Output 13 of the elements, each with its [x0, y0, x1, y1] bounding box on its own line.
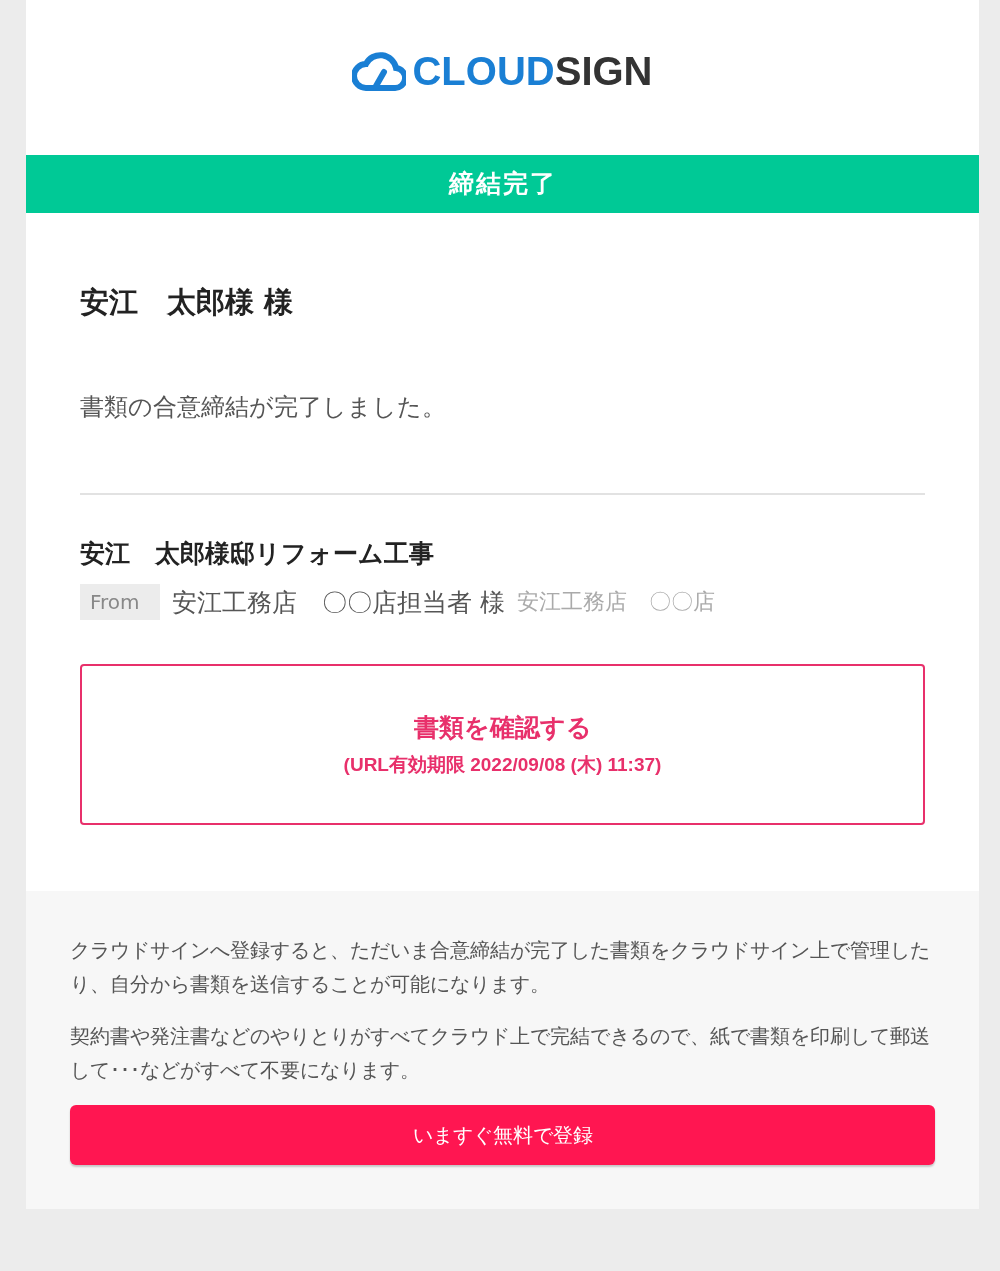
completion-message: 書類の合意締結が完了しました。 — [80, 392, 447, 423]
promo-paragraph: クラウドサインへ登録すると、ただいま合意締結が完了した書類をクラウドサイン上で管理したり、自分から書類を送信することが可能になります。 — [70, 937, 931, 998]
recipient-name: 安江 太郎様 様 — [80, 284, 295, 321]
status-banner: 締結完了 — [26, 155, 979, 213]
logo-text: CLOUDSIGN — [412, 49, 653, 94]
view-document-button[interactable]: 書類を確認する (URL有効期限 2022/09/08 (木) 11:37) — [80, 664, 925, 825]
promo-paragraph: 契約書や発注書などのやりとりがすべてクラウド上で完結できるので、紙で書類を印刷して郵送して･･･などがすべて不要になります。 — [70, 1023, 931, 1084]
sender-company: 安江工務店 〇〇店 — [516, 588, 715, 616]
from-label: From — [80, 584, 160, 620]
register-button[interactable]: いますぐ無料で登録 — [70, 1105, 935, 1165]
sender-name: 安江工務店 〇〇店担当者 様 — [171, 586, 505, 619]
cloud-logo-icon — [352, 49, 407, 94]
document-title: 安江 太郎様邸リフォーム工事 — [80, 538, 435, 570]
